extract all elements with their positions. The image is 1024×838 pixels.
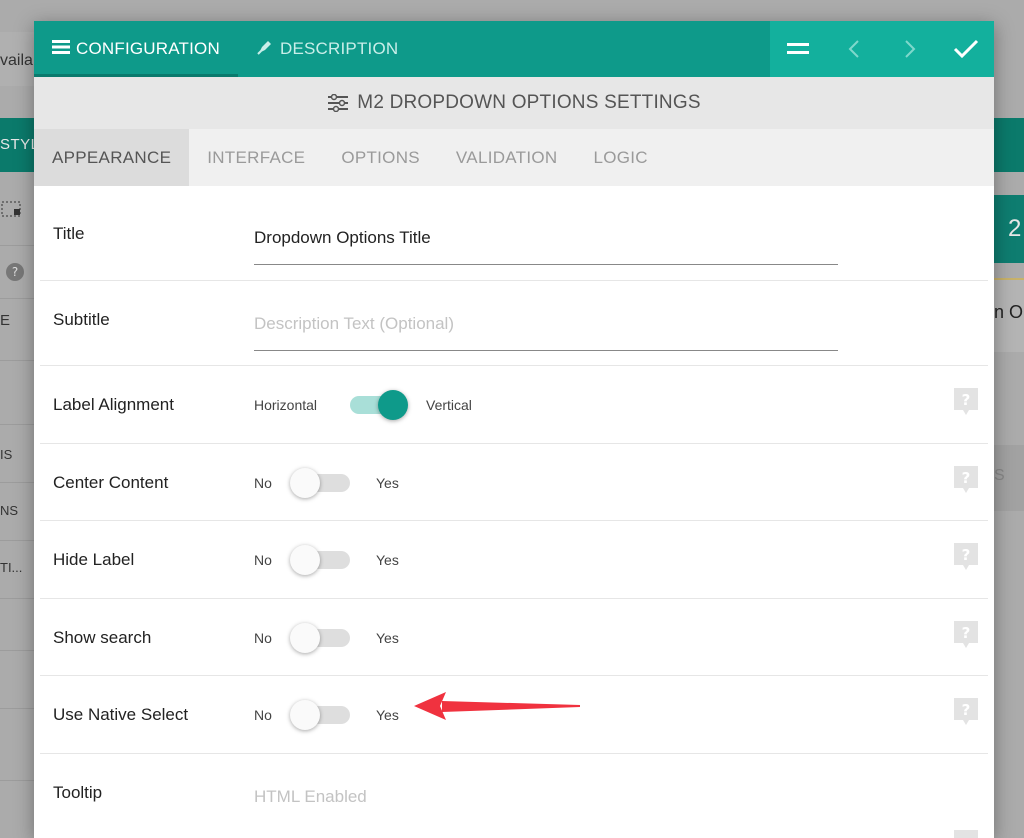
hide-label-on-label: Yes [376,552,399,568]
help-icon[interactable]: ? [954,388,978,416]
help-icon[interactable]: ? [954,466,978,494]
center-content-on-label: Yes [376,475,399,491]
tab-description[interactable]: DESCRIPTION [238,21,416,77]
bg-row-2: NS [0,503,19,518]
bg-row-3: TI... [0,560,23,575]
bg-tab-label: vaila [0,52,33,69]
tab-configuration[interactable]: CONFIGURATION [34,21,238,77]
bg-right-gray-text: S [994,467,1005,484]
bg-right-gray: S [994,445,1024,511]
row-center-content: Center Content No Yes ? [40,444,988,521]
row-label-alignment: Label Alignment Horizontal Vertical ? [40,366,988,444]
tab-validation[interactable]: VALIDATION [438,129,576,186]
bg-tab: vaila [0,32,36,86]
show-search-on-label: Yes [376,630,399,646]
pen-icon [256,38,274,61]
tab-configuration-label: CONFIGURATION [76,39,220,58]
chevron-right-icon[interactable] [882,21,938,77]
tab-appearance[interactable]: APPEARANCE [34,129,190,186]
label-alignment-label: Label Alignment [53,395,174,414]
tab-description-label: DESCRIPTION [280,39,399,58]
use-native-select-on-label: Yes [376,707,399,723]
svg-text:?: ? [962,391,971,409]
row-tooltip: Tooltip HTML Enabled [40,754,988,838]
chevron-left-icon[interactable] [826,21,882,77]
center-content-off-label: No [254,475,272,491]
help-icon[interactable]: ? [954,543,978,571]
bg-right-bar [994,118,1024,172]
settings-header: M2 DROPDOWN OPTIONS SETTINGS [34,77,994,129]
dialog-actions [770,21,994,77]
title-input[interactable]: Dropdown Options Title [254,228,838,265]
bg-row-1: IS [0,447,13,462]
settings-form: Title Dropdown Options Title Subtitle De… [34,186,994,838]
use-native-select-label: Use Native Select [53,705,189,724]
center-content-toggle[interactable] [290,467,350,498]
row-title: Title Dropdown Options Title [40,186,988,281]
row-subtitle: Subtitle Description Text (Optional) [40,281,988,366]
tab-logic[interactable]: LOGIC [575,129,665,186]
use-native-select-off-label: No [254,707,272,723]
bg-right-field: n O [994,278,1024,352]
menu-icon[interactable] [770,21,826,77]
help-icon[interactable]: ? [954,698,978,726]
hide-label-off-label: No [254,552,272,568]
bg-right-button: 2 [994,195,1024,263]
settings-tabs: APPEARANCE INTERFACE OPTIONS VALIDATION … [34,129,994,186]
check-icon[interactable] [938,21,994,77]
tooltip-label: Tooltip [53,783,103,802]
help-icon[interactable]: ? [954,621,978,649]
svg-text:?: ? [962,469,971,487]
bg-row-e: E [0,312,11,329]
label-alignment-off-label: Horizontal [254,397,318,413]
show-search-off-label: No [254,630,272,646]
sliders-icon [327,94,349,112]
bg-right-number: 2 [1008,215,1022,242]
annotation-arrow-icon [414,692,580,720]
hide-label-toggle[interactable] [290,544,350,575]
bg-style-bar: STYL [0,118,39,172]
label-alignment-on-label: Vertical [426,397,472,413]
tab-options[interactable]: OPTIONS [323,129,438,186]
tab-interface[interactable]: INTERFACE [189,129,323,186]
svg-text:?: ? [962,701,971,719]
row-hide-label: Hide Label No Yes ? [40,521,988,599]
hide-label-label: Hide Label [53,550,135,569]
label-alignment-toggle[interactable] [346,389,408,420]
dialog-topbar: CONFIGURATION DESCRIPTION [34,21,994,77]
help-icon[interactable] [954,830,978,838]
bg-dotted-icon [0,200,36,223]
settings-title: M2 DROPDOWN OPTIONS SETTINGS [357,92,701,113]
subtitle-label: Subtitle [53,310,110,329]
center-content-label: Center Content [53,473,169,492]
subtitle-input[interactable]: Description Text (Optional) [254,314,838,351]
svg-text:?: ? [962,546,971,564]
show-search-toggle[interactable] [290,622,350,653]
bg-help-icon: ? [0,262,36,285]
bg-right-field-text: n O [994,302,1024,322]
svg-text:?: ? [962,624,971,642]
use-native-select-toggle[interactable] [290,699,350,730]
title-label: Title [53,224,85,243]
list-icon [52,39,70,59]
tooltip-input[interactable]: HTML Enabled [254,787,838,823]
row-show-search: Show search No Yes ? [40,599,988,676]
svg-text:?: ? [12,265,18,279]
show-search-label: Show search [53,628,152,647]
